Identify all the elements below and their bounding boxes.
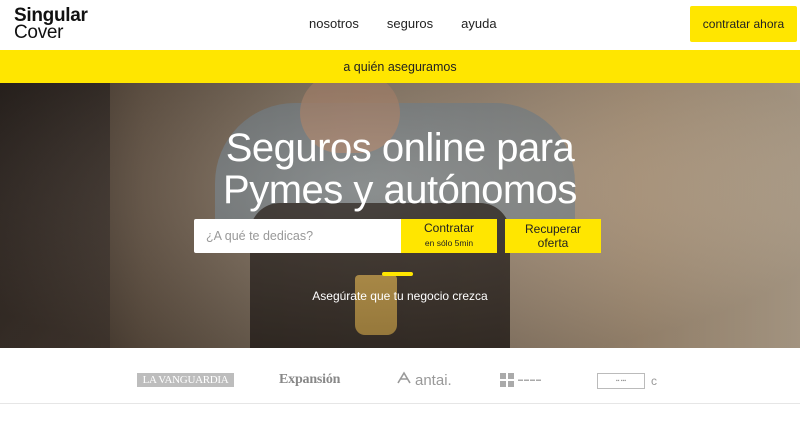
expansion-logo: Expansión [279,372,341,387]
antai-logo-icon [396,371,412,389]
press-logo-4-text: ▬▬▬▬ [518,377,542,383]
nav-nosotros[interactable]: nosotros [309,16,359,31]
recuperar-line1: Recuperar [524,222,582,236]
accent-divider [382,272,413,276]
press-logo-5-mark: c [651,374,657,388]
la-vanguardia-logo: LA VANGUARDIA [137,373,234,387]
press-logo-4: ▬▬▬▬ [500,373,542,387]
site-header: Singular Cover nosotros seguros ayuda co… [0,0,800,50]
contratar-sublabel: en sólo 5min [424,238,474,248]
recuperar-line2: oferta [537,236,569,250]
press-logo-5: ▪▪ ▪▪▪ c [597,373,657,389]
activity-search-input[interactable]: ¿A qué te dedicas? [194,219,401,253]
search-placeholder: ¿A qué te dedicas? [206,229,314,243]
contratar-ahora-button[interactable]: contratar ahora [690,6,797,42]
hero-overlay [0,83,800,348]
hero-section: Seguros online para Pymes y autónomos ¿A… [0,83,800,348]
who-we-insure-bar[interactable]: a quién aseguramos [0,50,800,83]
recuperar-label: Recuperar oferta [525,222,581,250]
singular-cover-logo[interactable]: Singular Cover [14,6,88,43]
nav-seguros[interactable]: seguros [387,16,433,31]
contratar-label: Contratar [423,221,475,235]
gov-seal-icon: ▪▪ ▪▪▪ [597,373,645,389]
press-logos-strip: LA VANGUARDIA Expansión antai. ▬▬▬▬ ▪▪ ▪… [0,348,800,404]
logo-line2: Cover [14,22,64,43]
hero-title-line2: Pymes y autónomos [223,168,577,212]
antai-logo-text: antai. [415,371,452,389]
hero-title: Seguros online para Pymes y autónomos [0,127,800,211]
hero-title-line1: Seguros online para [225,126,575,170]
nav-ayuda[interactable]: ayuda [461,16,496,31]
who-we-insure-label[interactable]: a quién aseguramos [343,60,456,74]
recuperar-oferta-button[interactable]: Recuperar oferta [505,219,601,253]
contratar-button[interactable]: Contratar en sólo 5min [401,219,497,253]
main-nav: nosotros seguros ayuda [309,16,525,31]
grid-logo-icon [500,373,514,387]
hero-tagline: Asegúrate que tu negocio crezca [312,289,488,303]
antai-logo: antai. [396,371,452,389]
